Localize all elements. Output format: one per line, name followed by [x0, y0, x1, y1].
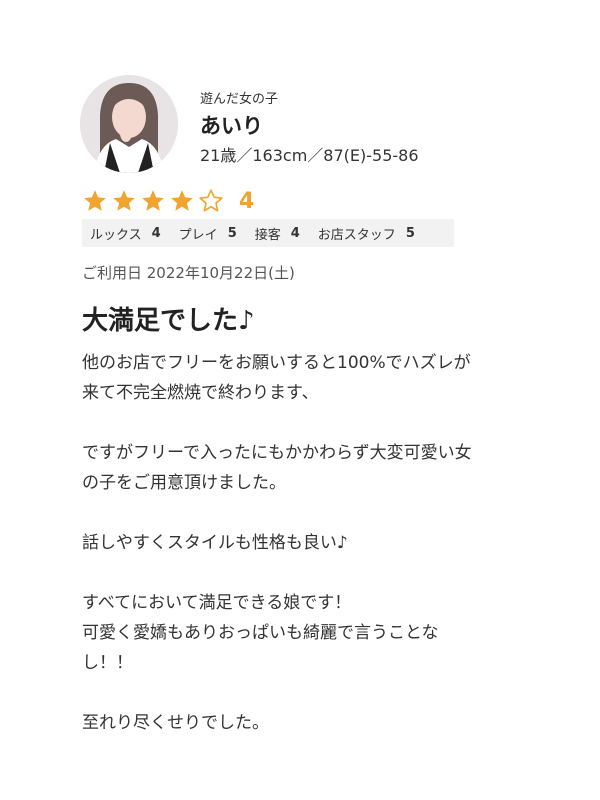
- score-label: プレイ: [178, 227, 218, 243]
- score-breakdown: ルックス 4 プレイ 5 接客 4 お店スタッフ 5: [82, 219, 454, 247]
- girl-avatar: [80, 75, 178, 173]
- star-filled-icon: [113, 190, 135, 211]
- score-value: 4: [151, 225, 161, 241]
- score-item: お店スタッフ 5: [318, 224, 415, 243]
- score-value: 5: [405, 225, 415, 241]
- star-filled-icon: [84, 190, 106, 211]
- score-value: 4: [290, 225, 300, 241]
- review-line: の子をご用意頂けました。: [82, 473, 286, 493]
- girl-name: あいり: [200, 114, 263, 138]
- score-value: 5: [227, 225, 237, 241]
- review-line: 可愛く愛嬌もありおっぱいも綺麗で言うことな: [82, 623, 439, 643]
- score-label: 接客: [254, 227, 281, 243]
- score-label: ルックス: [90, 227, 142, 243]
- score-item: プレイ 5: [179, 224, 237, 243]
- girl-profile: 21歳／163cm／87(E)-55-86: [200, 146, 419, 165]
- score-item: ルックス 4: [90, 224, 161, 243]
- visit-date: ご利用日 2022年10月22日(土): [82, 264, 295, 282]
- score-label: お店スタッフ: [317, 227, 396, 243]
- review-line: し！！: [82, 653, 133, 673]
- review-line: 他のお店でフリーをお願いすると100%でハズレが: [82, 353, 471, 373]
- star-rating: 4: [82, 185, 254, 217]
- review-line: 来て不完全燃焼で終わります、: [82, 383, 319, 403]
- score-item: 接客 4: [255, 224, 300, 243]
- star-filled-icon: [171, 190, 193, 211]
- review-line: 至れり尽くせりでした。: [82, 713, 269, 733]
- review-line: すべてにおいて満足できる娘です！: [82, 593, 352, 613]
- girl-label: 遊んだ女の子: [200, 92, 279, 107]
- rating-value: 4: [239, 188, 255, 214]
- star-filled-icon: [142, 190, 164, 211]
- review-line: ですがフリーで入ったにもかかわらず大変可愛い女: [82, 443, 472, 463]
- review-title: 大満足でした♪: [82, 306, 255, 336]
- review-body: 他のお店でフリーをお願いすると100%でハズレが 来て不完全燃焼で終わります、です…: [82, 348, 532, 738]
- star-empty-icon: [199, 189, 223, 212]
- review-line: 話しやすくスタイルも性格も良い♪: [82, 533, 348, 553]
